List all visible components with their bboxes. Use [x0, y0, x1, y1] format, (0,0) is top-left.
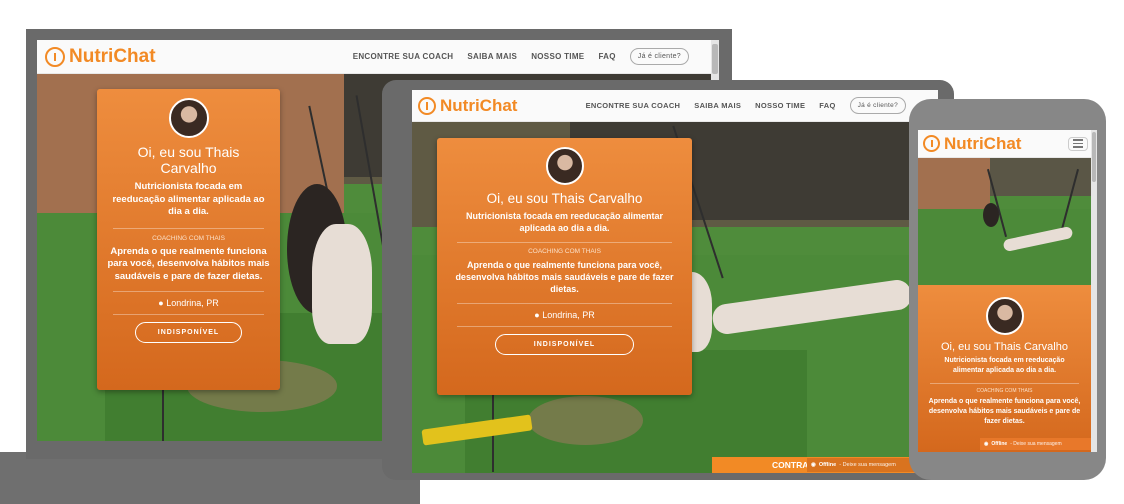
client-login-button[interactable]: Já é cliente? — [849, 97, 906, 114]
coach-avatar — [985, 297, 1024, 335]
coach-greeting: Oi, eu sou Thais Carvalho — [486, 191, 643, 206]
nav-nosso-time[interactable]: NOSSO TIME — [531, 52, 584, 61]
phone-screen: NutriChat Oi, eu sou Thais Carvalho Nutr… — [918, 130, 1097, 452]
coaching-label: COACHING COM THAIS — [152, 234, 225, 242]
chat-bubble-icon: ◉ — [984, 441, 989, 447]
coach-pitch: Aprenda o que realmente funciona para vo… — [455, 260, 674, 294]
spoon-bubble-icon — [418, 96, 436, 115]
coach-avatar — [545, 147, 584, 185]
brand-name: NutriChat — [944, 133, 1022, 153]
desktop-navbar: NutriChat ENCONTRE SUA COACH SAIBA MAIS … — [37, 40, 719, 74]
brand-logo[interactable]: NutriChat — [923, 134, 1021, 154]
phone-navbar: NutriChat — [918, 130, 1097, 158]
nav-faq[interactable]: FAQ — [819, 101, 835, 110]
coach-tagline: Nutricionista focada em reeducação alime… — [465, 211, 664, 233]
phone-scrollbar[interactable] — [1091, 130, 1097, 452]
swing-photo — [918, 158, 1097, 285]
coach-card: Oi, eu sou Thais Carvalho Nutricionista … — [97, 89, 280, 390]
coach-avatar — [168, 98, 209, 138]
coach-pitch: Aprenda o que realmente funciona para vo… — [107, 245, 270, 282]
brand-name: NutriChat — [440, 95, 518, 115]
chat-widget[interactable]: ◉ Offline - Deixe sua mensagem — [807, 458, 915, 472]
coach-location: ● Londrina, PR — [158, 298, 219, 308]
spoon-bubble-icon — [923, 135, 940, 152]
tablet-navbar: NutriChat ENCONTRE SUA COACH SAIBA MAIS … — [412, 90, 938, 122]
tablet-screen: NutriChat ENCONTRE SUA COACH SAIBA MAIS … — [412, 90, 938, 473]
client-login-button[interactable]: Já é cliente? — [629, 48, 689, 65]
coach-tagline: Nutricionista focada em reeducação alime… — [112, 181, 265, 217]
coaching-label: COACHING COM THAIS — [976, 388, 1033, 394]
nav-saiba-mais[interactable]: SAIBA MAIS — [694, 101, 741, 110]
map-marker-icon: ● — [158, 298, 164, 308]
desktop-stand — [0, 452, 420, 504]
nav-encontre-coach[interactable]: ENCONTRE SUA COACH — [586, 101, 681, 110]
tablet-frame: NutriChat ENCONTRE SUA COACH SAIBA MAIS … — [382, 80, 954, 480]
brand-logo[interactable]: NutriChat — [418, 96, 517, 116]
devices-showcase: NutriChat ENCONTRE SUA COACH SAIBA MAIS … — [0, 0, 1124, 504]
nav-saiba-mais[interactable]: SAIBA MAIS — [467, 52, 517, 61]
nav-nosso-time[interactable]: NOSSO TIME — [755, 101, 805, 110]
coach-card: Oi, eu sou Thais Carvalho Nutricionista … — [918, 285, 1091, 452]
unavailable-button[interactable]: INDISPONÍVEL — [494, 334, 635, 355]
coaching-label: COACHING COM THAIS — [528, 248, 601, 255]
coach-tagline: Nutricionista focada em reeducação alime… — [944, 357, 1065, 374]
spoon-bubble-icon — [45, 46, 65, 67]
phone-frame: NutriChat Oi, eu sou Thais Carvalho Nutr… — [909, 99, 1106, 480]
map-marker-icon: ● — [534, 310, 540, 320]
brand-name: NutriChat — [69, 45, 156, 67]
nav-faq[interactable]: FAQ — [598, 52, 615, 61]
nav-encontre-coach[interactable]: ENCONTRE SUA COACH — [353, 52, 454, 61]
unavailable-button[interactable]: INDISPONÍVEL — [134, 322, 243, 343]
coach-pitch: Aprenda o que realmente funciona para vo… — [928, 398, 1081, 425]
chat-widget[interactable]: ◉ Offline - Deixe sua mensagem — [980, 438, 1091, 450]
hamburger-icon[interactable] — [1068, 136, 1088, 151]
coach-greeting: Oi, eu sou Thais Carvalho — [137, 144, 240, 176]
brand-logo[interactable]: NutriChat — [45, 46, 156, 68]
chat-bubble-icon: ◉ — [811, 462, 816, 468]
coach-location: ● Londrina, PR — [534, 310, 595, 320]
coach-greeting: Oi, eu sou Thais Carvalho — [941, 341, 1068, 353]
coach-card: Oi, eu sou Thais Carvalho Nutricionista … — [437, 138, 692, 395]
